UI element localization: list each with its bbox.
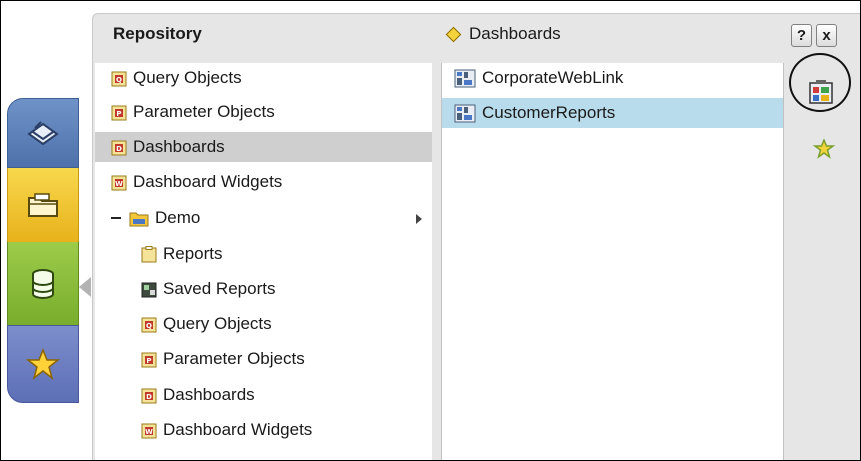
parameter-object-icon: P (111, 105, 127, 120)
tab-files[interactable] (7, 168, 79, 242)
action-strip (783, 63, 860, 460)
folder-icon (28, 193, 58, 217)
favorite-star-icon[interactable] (813, 139, 835, 159)
query-object-icon: Q (141, 317, 157, 332)
svg-text:Q: Q (116, 76, 122, 84)
tree-item-label: Parameter Objects (133, 102, 275, 121)
tree-item-label: Dashboards (163, 385, 255, 404)
tab-favorites[interactable] (7, 325, 79, 403)
content-item-corporatewebLink[interactable]: CorporateWebLink (454, 63, 774, 93)
folder-icon (129, 212, 149, 226)
dashboard-icon: D (141, 388, 157, 403)
panel-title: Repository (113, 24, 202, 43)
tree-item-label: Query Objects (133, 68, 242, 87)
tree-item-saved-reports[interactable]: Saved Reports (141, 274, 421, 304)
dashboard-file-icon (454, 104, 476, 122)
tree-item-demo-query-objects[interactable]: Q Query Objects (141, 309, 421, 339)
database-icon (32, 268, 54, 299)
panel-header: Repository Dashboards ? x (93, 14, 860, 61)
side-tab-bar (7, 98, 79, 403)
highlight-circle (789, 53, 851, 112)
repository-panel: Repository Dashboards ? x Q Query Object… (92, 13, 860, 460)
home-arrow-icon (27, 121, 59, 146)
tree-item-label: Demo (155, 208, 201, 227)
tab-database[interactable] (7, 242, 79, 325)
chevron-right-icon[interactable] (416, 214, 422, 224)
tree-item-label: Parameter Objects (163, 349, 305, 368)
dashboard-widget-icon: W (141, 423, 157, 438)
svg-text:P: P (116, 110, 121, 118)
close-button[interactable]: x (816, 24, 837, 47)
svg-text:W: W (115, 180, 123, 188)
tree-item-label: Saved Reports (163, 279, 276, 298)
svg-text:Q: Q (146, 322, 152, 330)
tree-item-query-objects[interactable]: Q Query Objects (111, 63, 421, 93)
tree-item-label: Dashboards (133, 137, 225, 156)
report-icon (141, 245, 157, 262)
tree-item-demo-dashboard-widgets[interactable]: W Dashboard Widgets (141, 415, 421, 445)
tab-pointer (79, 277, 91, 297)
svg-text:P: P (146, 357, 151, 365)
repository-contents: CorporateWebLink CustomerReports (441, 63, 784, 460)
dashboard-widget-icon: W (111, 175, 127, 190)
tree-item-reports[interactable]: Reports (141, 239, 421, 269)
help-button[interactable]: ? (791, 24, 812, 47)
dashboard-icon: D (111, 140, 127, 155)
svg-text:D: D (146, 393, 152, 401)
tree-item-label: Query Objects (163, 314, 272, 333)
repository-tree: Q Query Objects P Parameter Objects D Da… (95, 63, 432, 460)
svg-text:D: D (116, 145, 122, 153)
saved-report-icon (141, 282, 157, 297)
content-item-label: CorporateWebLink (482, 68, 624, 87)
dashboard-file-icon (454, 69, 476, 87)
tree-item-parameter-objects[interactable]: P Parameter Objects (111, 97, 421, 127)
svg-text:W: W (145, 428, 153, 436)
breadcrumb-label: Dashboards (469, 24, 561, 43)
tab-home[interactable] (7, 98, 79, 168)
tree-item-label: Dashboard Widgets (163, 420, 313, 439)
query-object-icon: Q (111, 71, 127, 86)
content-item-customerreports-selected[interactable]: CustomerReports (442, 98, 783, 128)
tree-item-label: Dashboard Widgets (133, 172, 283, 191)
diamond-icon (445, 26, 462, 42)
tree-item-dashboard-widgets[interactable]: W Dashboard Widgets (111, 167, 421, 197)
tree-item-dashboards-selected[interactable]: D Dashboards (95, 132, 432, 162)
tree-item-label: Reports (163, 244, 223, 263)
collapse-icon[interactable] (111, 217, 121, 219)
tree-item-demo-parameter-objects[interactable]: P Parameter Objects (141, 344, 421, 374)
parameter-object-icon: P (141, 352, 157, 367)
tree-item-demo[interactable]: Demo (111, 203, 429, 233)
star-icon (26, 348, 60, 380)
content-item-label: CustomerReports (482, 103, 616, 122)
tree-item-demo-dashboards[interactable]: D Dashboards (141, 380, 421, 410)
breadcrumb[interactable]: Dashboards (445, 24, 561, 44)
